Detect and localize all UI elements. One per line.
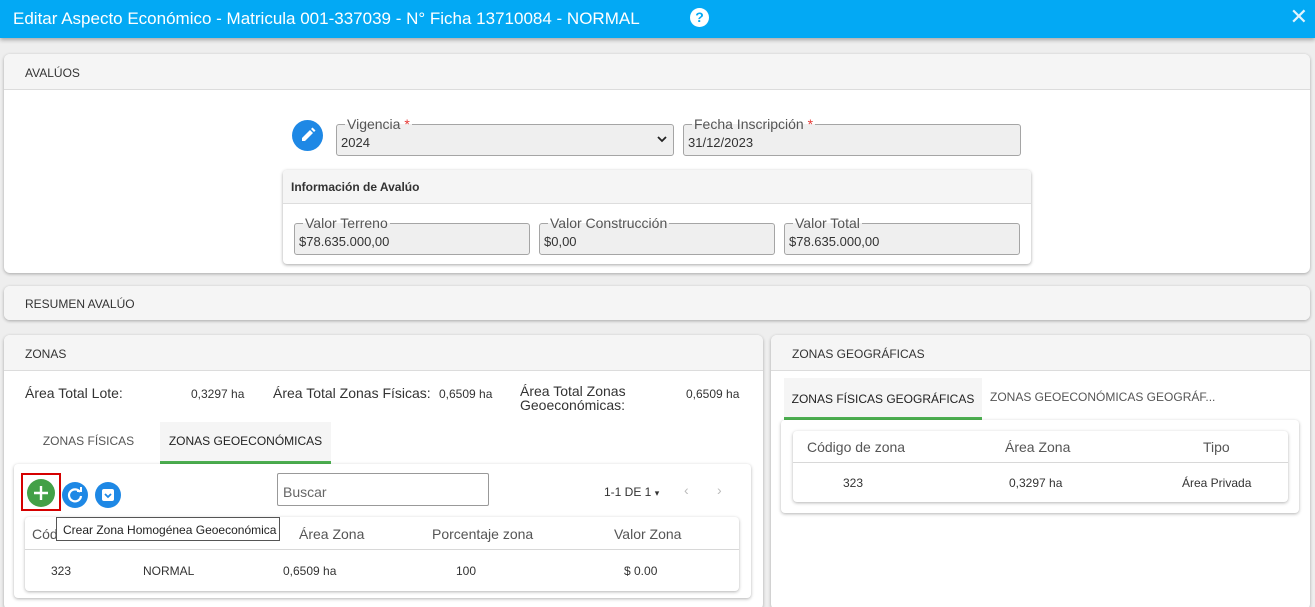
dialog-title: Editar Aspecto Económico - Matricula 001… (13, 9, 640, 28)
resumen-avaluo-card[interactable]: RESUMEN AVALÚO (4, 286, 1310, 320)
valor-terreno-field: Valor Terreno $78.635.000,00 (294, 215, 530, 255)
avaluos-header: AVALÚOS (4, 54, 1310, 90)
search-input[interactable]: Buscar (277, 473, 489, 506)
close-icon[interactable]: ✕ (1290, 4, 1308, 30)
col-valor-zona: Valor Zona (614, 526, 682, 542)
valor-terreno-label: Valor Terreno (303, 215, 390, 231)
area-total-lote-label: Área Total Lote: (25, 385, 123, 401)
tab-zonas-geoeconomicas[interactable]: ZONAS GEOECONÓMICAS (160, 422, 331, 464)
fecha-inscripcion-label: Fecha Inscripción * (692, 116, 816, 132)
table-header-divider (25, 549, 739, 550)
pagination-info[interactable]: 1-1 DE 1 ▾ (604, 485, 659, 499)
pencil-icon (302, 127, 316, 141)
valor-construccion-label: Valor Construcción (548, 215, 670, 231)
col-codigo: Cód (32, 526, 58, 542)
col-area-zona: Área Zona (299, 526, 365, 542)
cell-codigo: 323 (51, 564, 72, 578)
help-icon[interactable]: ? (690, 8, 709, 27)
table-header-divider (793, 462, 1288, 463)
fecha-inscripcion-value: 31/12/2023 (688, 135, 754, 150)
vigencia-select[interactable]: Vigencia * 2024 (336, 116, 674, 156)
cell-area: 0,6509 ha (283, 564, 337, 578)
valor-total-field: Valor Total $78.635.000,00 (784, 215, 1020, 255)
valor-construccion-value: $0,00 (544, 234, 577, 249)
fecha-inscripcion-field[interactable]: Fecha Inscripción * 31/12/2023 (683, 116, 1021, 156)
edit-avaluo-button[interactable] (292, 120, 323, 151)
next-page-icon[interactable]: › (717, 482, 722, 498)
col-tipo: Tipo (1203, 439, 1230, 455)
resumen-avaluo-header: RESUMEN AVALÚO (4, 286, 1310, 320)
export-button[interactable] (95, 482, 121, 508)
informacion-avaluo-title: Información de Avalúo (283, 170, 1031, 204)
valor-terreno-value: $78.635.000,00 (299, 234, 390, 249)
cell-porcentaje: 100 (456, 564, 477, 578)
cell-area-geo: 0,3297 ha (1009, 476, 1063, 490)
tab-zonas-fisicas[interactable]: ZONAS FÍSICAS (17, 422, 160, 463)
area-total-fisicas-label: Área Total Zonas Físicas: (273, 385, 431, 401)
refresh-button[interactable] (62, 482, 88, 508)
area-total-lote-value: 0,3297 ha (191, 387, 245, 401)
valor-construccion-field: Valor Construcción $0,00 (539, 215, 775, 255)
dialog-titlebar: Editar Aspecto Económico - Matricula 001… (0, 0, 1315, 38)
col-porcentaje-zona: Porcentaje zona (432, 526, 534, 542)
area-total-geoeconomicas-label: Área Total Zonas Geoeconómicas: (520, 383, 626, 413)
cell-codigo-zona: 323 (843, 476, 864, 490)
area-total-geoeconomicas-value: 0,6509 ha (686, 387, 740, 401)
tab-zonas-geoeconomicas-geograficas[interactable]: ZONAS GEOECONÓMICAS GEOGRÁF... (982, 378, 1220, 418)
cell-tipo: Área Privada (1182, 476, 1252, 490)
zonas-geograficas-header: ZONAS GEOGRÁFICAS (771, 335, 1310, 371)
area-total-fisicas-value: 0,6509 ha (439, 387, 493, 401)
valor-total-value: $78.635.000,00 (789, 234, 880, 249)
download-box-icon (102, 489, 114, 501)
vigencia-value: 2024 (341, 135, 370, 150)
zonas-header: ZONAS (4, 335, 763, 371)
col-area-zona-geo: Área Zona (1005, 439, 1071, 455)
tooltip-crear-zona: Crear Zona Homogénea Geoeconómica (56, 517, 280, 541)
cell-valor: $ 0.00 (624, 564, 658, 578)
chevron-down-icon (657, 136, 667, 143)
valor-total-label: Valor Total (793, 215, 862, 231)
col-codigo-zona: Código de zona (807, 439, 906, 455)
refresh-icon (67, 487, 83, 503)
prev-page-icon[interactable]: ‹ (684, 482, 689, 498)
add-button-highlight (21, 473, 61, 511)
vigencia-label: Vigencia * (345, 116, 412, 132)
cell-zona: NORMAL (143, 564, 195, 578)
tab-zonas-fisicas-geograficas[interactable]: ZONAS FÍSICAS GEOGRÁFICAS (784, 378, 982, 420)
